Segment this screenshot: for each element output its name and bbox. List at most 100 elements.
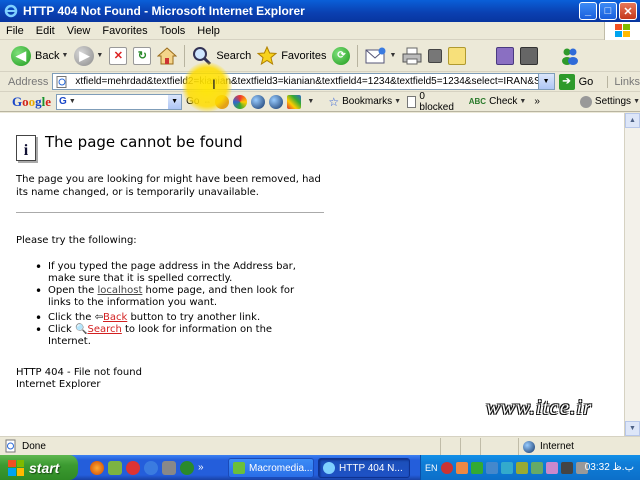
app-icon[interactable] (126, 460, 140, 475)
globe-icon[interactable] (251, 94, 266, 109)
chevron-down-icon[interactable]: ▼ (96, 52, 103, 59)
chevron-down-icon[interactable]: ▼ (69, 98, 76, 105)
status-bar: Done Internet (0, 436, 640, 455)
security-zone: Internet (518, 438, 640, 455)
star-outline-icon: ☆ (328, 94, 340, 109)
spellcheck-button[interactable]: ABC Check ▼ (469, 96, 527, 107)
favorites-button[interactable]: Favorites (254, 43, 329, 69)
stop-button[interactable]: ✕ (106, 43, 130, 69)
bookmarks-button[interactable]: ☆ Bookmarks ▼ (328, 95, 401, 109)
internet-explorer-icon[interactable] (144, 460, 158, 475)
tray-icon[interactable] (515, 461, 528, 474)
print-button[interactable] (399, 43, 425, 69)
check-label: Check (489, 96, 518, 107)
google-logo[interactable]: Google (0, 94, 51, 110)
minimize-button[interactable]: _ (579, 2, 597, 20)
scroll-up-icon[interactable]: ▲ (625, 113, 640, 128)
search-button[interactable]: Search (189, 43, 254, 69)
messenger-button[interactable] (517, 43, 541, 69)
menu-help[interactable]: Help (191, 25, 226, 37)
desktop-icon[interactable] (162, 460, 176, 475)
more-chevron-icon[interactable]: » (534, 96, 540, 107)
go-label: Go (578, 75, 594, 88)
stop-icon: ✕ (109, 46, 128, 65)
refresh-icon: ↻ (133, 46, 152, 65)
image-icon[interactable] (287, 94, 302, 109)
error-description: The page you are looking for might have … (16, 174, 321, 198)
media-icon: ⟳ (332, 46, 351, 65)
address-input[interactable]: xtfield=mehrdad&textfield2=kianian&textf… (52, 73, 555, 90)
menu-tools[interactable]: Tools (154, 25, 192, 37)
edit-icon (428, 48, 443, 63)
news-icon[interactable] (215, 94, 230, 109)
status-text: Done (0, 439, 46, 453)
globe-icon[interactable] (269, 94, 284, 109)
go-button[interactable]: ➔ Go (558, 73, 594, 90)
settings-button[interactable]: Settings ▼ (579, 95, 640, 108)
back-label: Back (35, 49, 60, 62)
spiral-icon[interactable] (233, 94, 248, 109)
home-icon (157, 46, 178, 64)
firefox-icon[interactable] (90, 460, 104, 475)
msn-button[interactable] (557, 43, 583, 69)
forward-button[interactable]: ▶ ▼ (71, 43, 106, 69)
status-cell (460, 438, 480, 455)
back-button[interactable]: ◀ Back ▼ (8, 43, 71, 69)
messenger-icon (562, 48, 579, 65)
menu-edit[interactable]: Edit (30, 25, 61, 37)
start-button[interactable]: start (0, 455, 78, 480)
refresh-button[interactable]: ↻ (130, 43, 154, 69)
menu-favorites[interactable]: Favorites (96, 25, 153, 37)
chevron-down-icon[interactable]: ▼ (307, 98, 314, 105)
scroll-down-icon[interactable]: ▼ (625, 421, 640, 436)
localhost-link[interactable]: localhost (97, 285, 142, 296)
google-go-button[interactable]: Go (186, 96, 199, 107)
error-footer: HTTP 404 - File not found Internet Explo… (16, 367, 142, 391)
discuss-button[interactable] (445, 43, 469, 69)
title-bar: HTTP 404 Not Found - Microsoft Internet … (0, 0, 640, 22)
menu-file[interactable]: File (0, 25, 30, 37)
more-chevron-icon[interactable]: » (198, 462, 204, 473)
footer-line-2: Internet Explorer (16, 379, 101, 390)
tray-icon[interactable] (545, 461, 558, 474)
popup-blocker-button[interactable]: 0 blocked (407, 91, 459, 113)
go-arrow-icon: ➔ (558, 73, 575, 90)
home-button[interactable] (154, 43, 180, 69)
research-button[interactable] (493, 43, 517, 69)
chevron-down-icon[interactable]: ▼ (389, 52, 396, 59)
links-button[interactable]: Links (607, 75, 640, 88)
macromedia-icon (233, 462, 245, 474)
media-button[interactable]: ⟳ (329, 43, 353, 69)
app-icon[interactable] (180, 460, 194, 475)
tray-icon[interactable] (560, 461, 573, 474)
chevron-down-icon[interactable]: ▼ (537, 74, 554, 89)
mail-button[interactable]: ▼ (362, 43, 399, 69)
tray-icon[interactable] (440, 461, 453, 474)
divider (16, 212, 324, 213)
task-macromedia[interactable]: Macromedia... (228, 458, 314, 478)
star-icon (257, 45, 278, 65)
list-item: Click 🔍Search to look for information on… (35, 324, 318, 348)
search-link[interactable]: Search (87, 324, 121, 335)
arrows-icon[interactable]: ⇔ (203, 97, 211, 106)
film-icon (520, 46, 539, 65)
close-button[interactable]: ✕ (619, 2, 637, 20)
back-link[interactable]: Back (103, 312, 127, 323)
tray-icon[interactable] (500, 461, 513, 474)
menu-view[interactable]: View (61, 25, 97, 37)
tray-icon[interactable] (470, 461, 483, 474)
vertical-scrollbar[interactable]: ▲ ▼ (624, 113, 640, 436)
tray-icon[interactable] (455, 461, 468, 474)
google-search-input[interactable]: G ▼ ▼ (56, 93, 183, 110)
chevron-down-icon[interactable]: ▼ (168, 94, 182, 109)
favorites-label: Favorites (281, 49, 327, 62)
tray-icon[interactable] (485, 461, 498, 474)
app-icon[interactable] (108, 460, 122, 475)
task-internet-explorer[interactable]: HTTP 404 N... (318, 458, 410, 478)
maximize-button[interactable]: □ (599, 2, 617, 20)
edit-button[interactable] (425, 43, 445, 69)
language-indicator[interactable]: EN (425, 463, 438, 473)
windows-logo-icon (604, 22, 640, 40)
tray-icon[interactable] (530, 461, 543, 474)
chevron-down-icon[interactable]: ▼ (61, 52, 68, 59)
